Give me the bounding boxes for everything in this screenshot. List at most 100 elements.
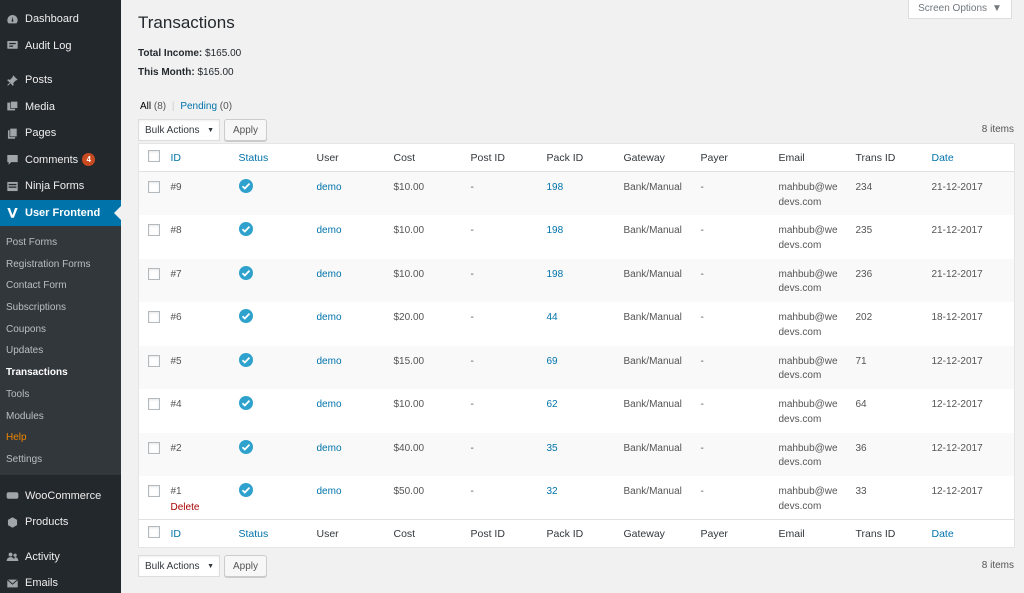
cell-user-link[interactable]: demo xyxy=(317,443,342,454)
status-complete-icon xyxy=(238,222,253,236)
submenu-tools[interactable]: Tools xyxy=(0,384,121,406)
cell-pack-id-link[interactable]: 198 xyxy=(547,225,564,236)
filter-pending[interactable]: Pending xyxy=(180,101,217,112)
submenu-help[interactable]: Help xyxy=(0,427,121,449)
page-title: Transactions xyxy=(138,13,235,32)
dashboard-icon xyxy=(5,12,19,26)
submenu-settings[interactable]: Settings xyxy=(0,449,121,471)
column-status[interactable]: Status xyxy=(238,143,317,172)
products-icon xyxy=(5,515,19,529)
column-cost: Cost xyxy=(393,143,471,172)
menu-emails[interactable]: Emails xyxy=(0,570,121,593)
cell-cost: $10.00 xyxy=(393,182,425,193)
status-complete-icon xyxy=(238,396,253,410)
submenu-modules[interactable]: Modules xyxy=(0,406,121,428)
user-frontend-icon xyxy=(5,206,19,220)
cell-payer: - xyxy=(700,182,704,193)
total-income-label: Total Income: xyxy=(138,48,203,59)
submenu-post-forms[interactable]: Post Forms xyxy=(0,232,121,254)
cell-pack-id-link[interactable]: 198 xyxy=(547,182,564,193)
cell-gateway: Bank/Manual xyxy=(623,182,682,193)
delete-link[interactable]: Delete xyxy=(171,501,239,516)
row-checkbox[interactable] xyxy=(148,485,160,497)
column-pack-id: Pack ID xyxy=(546,143,624,172)
menu-ninja-forms[interactable]: Ninja Forms xyxy=(0,173,121,200)
submenu-subscriptions[interactable]: Subscriptions xyxy=(0,297,121,319)
select-all-checkbox-footer[interactable] xyxy=(148,526,160,538)
menu-pages[interactable]: Pages xyxy=(0,120,121,147)
menu-media[interactable]: Media xyxy=(0,94,121,121)
cell-user-link[interactable]: demo xyxy=(317,312,342,323)
apply-button-top[interactable]: Apply xyxy=(224,119,267,141)
bulk-actions-select-bottom[interactable]: Bulk Actions ▼ xyxy=(138,555,220,577)
cell-payer: - xyxy=(700,312,704,323)
cell-payer: - xyxy=(700,268,704,280)
col-label: Date xyxy=(931,527,954,540)
bulk-actions-select-top[interactable]: Bulk Actions ▼ xyxy=(138,119,220,141)
col-label: Gateway xyxy=(623,151,665,164)
tablenav-top: Bulk Actions ▼ Apply 8 items xyxy=(138,119,1014,141)
month-income-value: $165.00 xyxy=(197,67,234,78)
apply-button-bottom[interactable]: Apply xyxy=(224,555,267,577)
cell-user-link[interactable]: demo xyxy=(317,182,342,193)
filter-pending-count: (0) xyxy=(219,101,233,112)
table-footer-row: ID Status User Cost Post ID Pack ID Gate… xyxy=(138,519,1015,548)
cell-pack-id-link[interactable]: 62 xyxy=(547,399,558,410)
submenu-registration-forms[interactable]: Registration Forms xyxy=(0,254,121,276)
submenu-updates[interactable]: Updates xyxy=(0,340,121,362)
cell-user-link[interactable]: demo xyxy=(317,486,342,497)
submenu-contact-form[interactable]: Contact Form xyxy=(0,275,121,297)
tablenav-bottom: Bulk Actions ▼ Apply 8 items xyxy=(138,555,1014,577)
menu-audit-log[interactable]: Audit Log xyxy=(0,33,121,60)
menu-posts[interactable]: Posts xyxy=(0,67,121,94)
cell-post-id: - xyxy=(470,182,474,193)
submenu-coupons[interactable]: Coupons xyxy=(0,319,121,341)
menu-label: WooCommerce xyxy=(25,489,102,502)
row-checkbox[interactable] xyxy=(148,224,160,236)
total-income-value: $165.00 xyxy=(205,48,242,59)
column-date[interactable]: Date xyxy=(931,143,1015,172)
menu-woocommerce[interactable]: WooCommerce xyxy=(0,483,121,510)
select-caret-icon: ▼ xyxy=(207,563,214,570)
bulk-actions-label: Bulk Actions xyxy=(145,560,200,572)
column-date-footer[interactable]: Date xyxy=(931,519,1015,548)
column-id[interactable]: ID xyxy=(162,143,239,172)
cell-pack-id-link[interactable]: 35 xyxy=(547,443,558,454)
cell-id: #6 xyxy=(170,312,182,323)
select-all-checkbox[interactable] xyxy=(148,150,160,162)
row-checkbox[interactable] xyxy=(148,181,160,193)
submenu-transactions[interactable]: Transactions xyxy=(0,362,121,384)
row-checkbox[interactable] xyxy=(148,398,160,410)
filter-all[interactable]: All xyxy=(140,101,151,112)
cell-id: #7 xyxy=(170,268,182,280)
cell-user-link[interactable]: demo xyxy=(317,356,342,367)
column-trans-id: Trans ID xyxy=(855,143,932,172)
cell-pack-id-link[interactable]: 44 xyxy=(547,312,558,323)
row-checkbox[interactable] xyxy=(148,311,160,323)
cell-user-link[interactable]: demo xyxy=(317,269,342,280)
cell-trans-id: 36 xyxy=(855,442,867,454)
filter-separator: | xyxy=(171,101,175,112)
cell-user-link[interactable]: demo xyxy=(317,225,342,236)
cell-cost: $50.00 xyxy=(393,486,425,497)
column-id-footer[interactable]: ID xyxy=(162,519,239,548)
cell-user-link[interactable]: demo xyxy=(317,399,342,410)
table-row: #9 demo $10.00 - 198 Bank/Manual - mahbub@we dev… xyxy=(138,171,1015,215)
menu-comments[interactable]: Comments 4 xyxy=(0,147,121,174)
cell-cost: $10.00 xyxy=(393,399,425,410)
cell-gateway: Bank/Manual xyxy=(623,442,682,454)
cell-pack-id-link[interactable]: 32 xyxy=(547,486,558,497)
menu-products[interactable]: Products xyxy=(0,509,121,536)
menu-activity[interactable]: Activity xyxy=(0,544,121,571)
screen-options-button[interactable]: Screen Options ▼ xyxy=(908,0,1012,19)
row-checkbox[interactable] xyxy=(148,267,160,280)
menu-user-frontend[interactable]: User Frontend xyxy=(0,199,121,226)
row-checkbox[interactable] xyxy=(148,441,160,454)
column-status-footer[interactable]: Status xyxy=(238,519,317,548)
row-checkbox[interactable] xyxy=(148,354,160,367)
menu-dashboard[interactable]: Dashboard xyxy=(0,6,121,33)
cell-pack-id-link[interactable]: 198 xyxy=(547,269,564,280)
items-count-bottom: 8 items xyxy=(981,560,1014,571)
cell-pack-id-link[interactable]: 69 xyxy=(547,356,558,367)
cell-email-line2: devs.com xyxy=(778,370,822,381)
